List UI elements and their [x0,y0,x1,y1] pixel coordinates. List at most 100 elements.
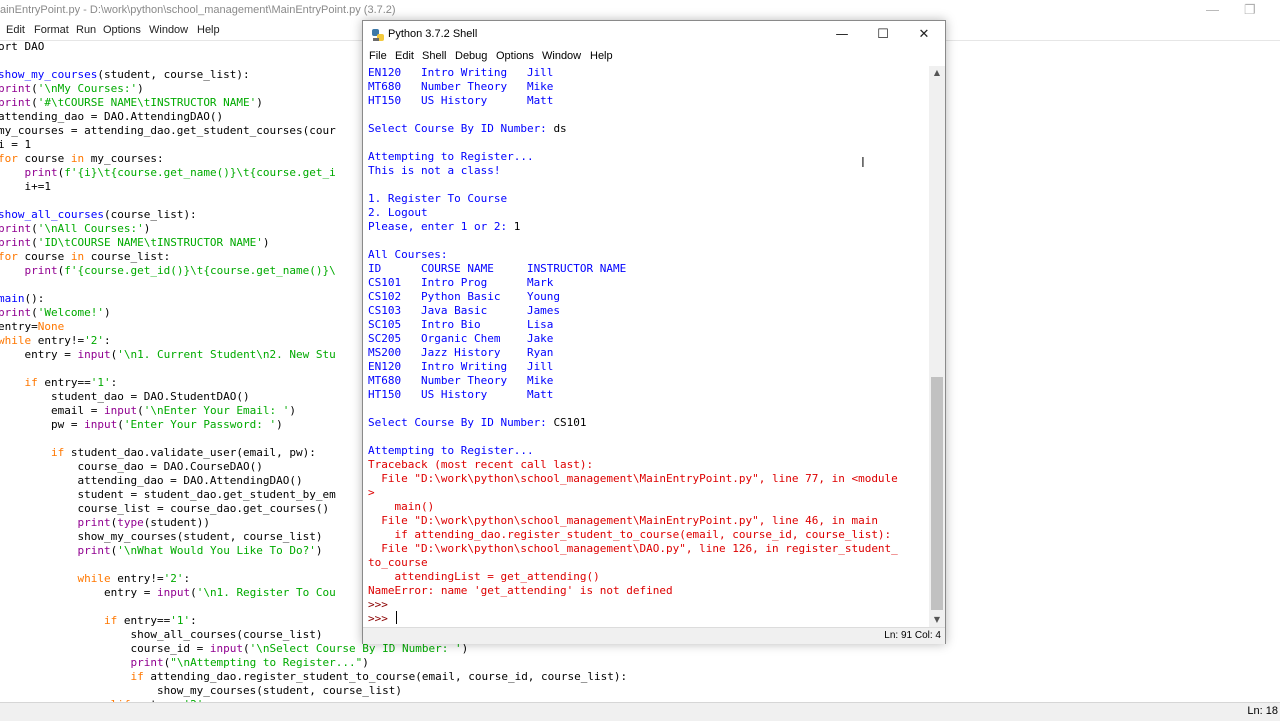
code-line: show_my_courses(student, course_list) [0,530,322,544]
editor-menu-window[interactable]: Window [149,24,188,36]
shell-output-line-segment: EN120 Intro Writing Jill [368,360,554,373]
text-cursor [396,611,397,624]
shell-menu-shell[interactable]: Shell [422,50,446,62]
editor-titlebar: ainEntryPoint.py - D:\work\python\school… [0,0,1280,22]
scroll-up-arrow-icon[interactable]: ▲ [929,66,945,80]
code-line-segment: email = [0,404,104,417]
code-line-segment: input [103,404,138,417]
code-line-segment: (student)) [143,516,210,529]
minimize-button[interactable]: — [822,21,862,48]
shell-output-line-segment: Select Course By ID Number: [368,416,554,429]
code-line-segment: student = student_dao.get_student_by_em [0,488,336,501]
shell-output-line-segment: attendingList = get_attending() [368,570,600,583]
scrollbar-thumb[interactable] [931,377,943,610]
shell-output-line-segment: main() [368,500,435,513]
maximize-button[interactable]: ☐ [863,21,903,48]
code-line-segment: show_all_courses [0,208,104,221]
code-line-segment: f'{i}\t{course.get_name()}\t{course.get_… [64,166,336,179]
code-line-segment: ) [262,236,270,249]
code-line: print('\nMy Courses:') [0,82,144,96]
vertical-scrollbar[interactable]: ▲ ▼ [929,66,945,627]
code-line-segment: attending_dao = DAO.AttendingDAO() [0,474,303,487]
shell-output-line-segment: ds [553,122,567,135]
editor-menu-format[interactable]: Format [34,24,69,36]
code-line: if student_dao.validate_user(email, pw): [0,446,316,460]
shell-output-line: to_course [368,556,428,570]
shell-menu-debug[interactable]: Debug [455,50,487,62]
code-line-segment: ( [31,236,38,249]
code-line-segment: entry = [0,586,157,599]
code-line: show_my_courses(student, course_list): [0,68,250,82]
code-line: student = student_dao.get_student_by_em [0,488,336,502]
code-line-segment: show_my_courses [0,68,98,81]
shell-output-line: 2. Logout [368,206,428,220]
shell-output-line-segment: This is not a class! [368,164,501,177]
code-line-segment: course [17,152,71,165]
code-line-segment: i = 1 [0,138,32,151]
code-line-segment: while [0,334,32,347]
shell-output-line: SC205 Organic Chem Jake [368,332,553,346]
code-line-segment: entry== [117,614,171,627]
code-line-segment: ( [31,96,38,109]
code-line: course_list = course_dao.get_courses() [0,502,329,516]
shell-menu-file[interactable]: File [369,50,387,62]
code-line-segment: for [0,152,18,165]
shell-cursor-position: Ln: 91 Col: 4 [884,630,941,641]
editor-menu-edit[interactable]: Edit [6,24,25,36]
code-line-segment: course_dao = DAO.CourseDAO() [0,460,263,473]
shell-menu-options[interactable]: Options [496,50,534,62]
shell-status-bar: Ln: 91 Col: 4 [363,627,945,644]
code-line: if entry=='1': [0,376,118,390]
editor-menu-help[interactable]: Help [197,24,220,36]
code-line: print('\nAll Courses:') [0,222,150,236]
shell-output-line: Select Course By ID Number: ds [368,122,567,136]
shell-output-line-segment: >>> [368,598,388,611]
shell-output-line-segment: EN120 Intro Writing Jill [368,66,554,79]
code-line-segment: ort DAO [0,40,45,53]
code-line-segment [0,670,130,683]
shell-output-line: main() [368,500,434,514]
code-line-segment: my_courses: [84,152,164,165]
code-line-segment: print [77,516,111,529]
code-line: if entry=='1': [0,614,197,628]
scroll-down-arrow-icon[interactable]: ▼ [929,613,945,627]
code-line-segment: student_dao = DAO.StudentDAO() [0,390,250,403]
shell-output-line: MT680 Number Theory Mike [368,80,553,94]
shell-titlebar[interactable]: Python 3.7.2 Shell — ☐ ✕ [363,21,945,48]
code-line: main(): [0,292,44,306]
code-line-segment: '2' [84,334,104,347]
code-line-segment: : [103,334,111,347]
code-line-segment: print [0,222,32,235]
shell-output-area[interactable]: I EN120 Intro Writing Jill MT680 Number T… [363,66,929,627]
code-line: show_all_courses(course_list): [0,208,197,222]
shell-menu-window[interactable]: Window [542,50,581,62]
shell-menu-edit[interactable]: Edit [395,50,414,62]
ibeam-cursor-icon: I [861,156,865,171]
shell-menubar: File Edit Shell Debug Options Window Hel… [363,48,945,66]
editor-menu-options[interactable]: Options [103,24,141,36]
shell-output-line-segment: Attempting to Register... [368,150,534,163]
code-line-segment: f'{course.get_id()}\t{course.get_name()}… [64,264,336,277]
editor-restore-button[interactable]: ❐ [1244,2,1256,18]
code-line: if attending_dao.register_student_to_cou… [0,670,627,684]
close-button[interactable]: ✕ [904,21,944,48]
editor-menu-run[interactable]: Run [76,24,96,36]
code-line-segment: course_list: [84,250,171,263]
code-line-segment: attending_dao = DAO.AttendingDAO() [0,110,224,123]
code-line-segment: ) [137,82,144,95]
shell-output-line: HT150 US History Matt [368,94,553,108]
code-line: entry=None [0,320,64,334]
code-line-segment: ( [190,586,197,599]
editor-minimize-button[interactable]: — [1206,2,1219,17]
code-line: print("\nAttempting to Register...") [0,656,368,670]
shell-output-line-segment: Please, enter 1 or 2: [368,220,514,233]
shell-menu-help[interactable]: Help [590,50,613,62]
shell-output-line: HT150 US History Matt [368,388,553,402]
editor-window-title: ainEntryPoint.py - D:\work\python\school… [0,4,396,16]
code-line-segment: print [130,656,164,669]
code-line-segment [0,446,51,459]
shell-output-line-segment: MT680 Number Theory Mike [368,374,554,387]
code-line: while entry!='2': [0,572,190,586]
code-line-segment: (): [24,292,45,305]
editor-cursor-position: Ln: 18 [1247,705,1278,717]
